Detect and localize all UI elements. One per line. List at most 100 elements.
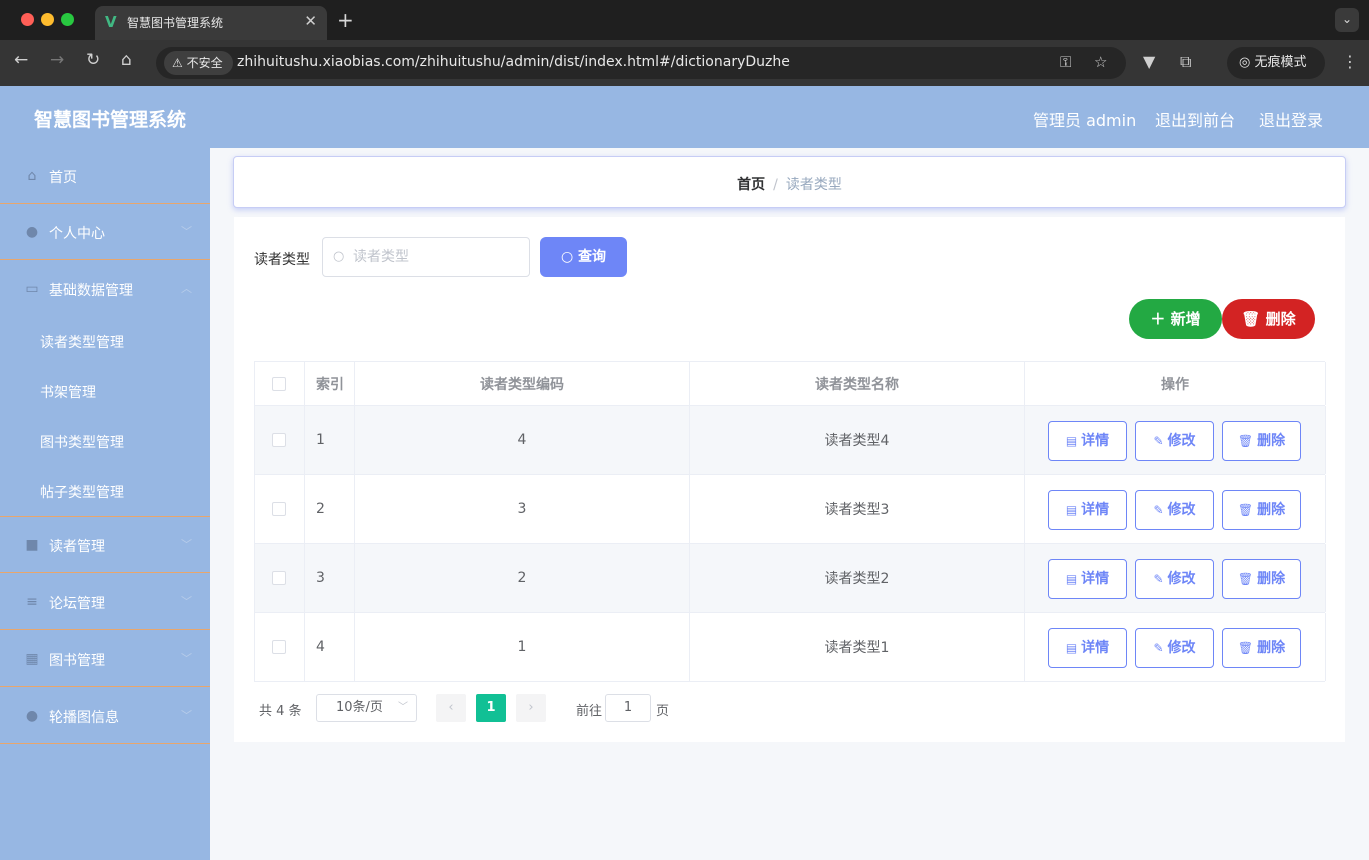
next-page-button[interactable]: › — [516, 694, 546, 722]
row-checkbox[interactable] — [272, 640, 286, 654]
security-chip[interactable]: ⚠ 不安全 — [164, 51, 233, 75]
prev-page-button[interactable]: ‹ — [436, 694, 466, 722]
edit-button[interactable]: ✎ 修改 — [1135, 421, 1214, 461]
admin-user-label: 管理员 admin — [1033, 111, 1137, 130]
row-checkbox-cell — [255, 613, 305, 681]
edit-button-label: 修改 — [1167, 640, 1196, 656]
sidebar: ⌂ 首页 ● 个人中心 ﹀ ▭ 基础数据管理 ︿ 读者类型管理 书架管理 图书类… — [0, 148, 210, 860]
row-checkbox[interactable] — [272, 433, 286, 447]
page-size-select[interactable]: 10条/页 ﹀ — [316, 694, 417, 722]
sidebar-item-label: 图书管理 — [49, 653, 105, 669]
sidebar-item-label: 读者管理 — [49, 539, 105, 555]
select-all-checkbox[interactable] — [272, 376, 286, 391]
minimize-window-button[interactable] — [41, 13, 54, 26]
chevron-left-icon: ‹ — [448, 700, 454, 715]
table-body: 1 4 读者类型4 ▤ 详情 ✎ 修改 🗑 删除 2 3 读者类型3 ▤ 详情 ✎ 修改 🗑 删除 3 2 读者类型2 ▤… — [255, 406, 1326, 682]
back-icon[interactable]: ← — [14, 50, 28, 70]
browser-menu-icon[interactable]: ⋮ — [1342, 52, 1358, 71]
user-icon: ● — [25, 224, 39, 240]
delete-button[interactable]: 🗑 删除 — [1222, 421, 1301, 461]
delete-button[interactable]: 🗑 删除 — [1222, 559, 1301, 599]
goto-page-input[interactable]: 1 — [605, 694, 651, 722]
star-icon[interactable]: ☆ — [1094, 53, 1107, 71]
logout-link[interactable]: 退出登录 — [1259, 107, 1323, 131]
tab-close-icon[interactable]: ✕ — [304, 12, 317, 30]
new-tab-button[interactable]: + — [337, 8, 354, 32]
url-text[interactable]: zhihuitushu.xiaobias.com/zhihuitushu/adm… — [237, 54, 790, 70]
chevron-up-icon: ︿ — [181, 282, 192, 295]
reload-icon[interactable]: ↻ — [86, 50, 100, 70]
sidebar-subitem-book-type[interactable]: 图书类型管理 — [40, 432, 124, 452]
chevron-down-icon: ﹀ — [181, 652, 192, 665]
sidebar-subitem-bookshelf[interactable]: 书架管理 — [40, 382, 96, 402]
close-window-button[interactable] — [21, 13, 34, 26]
column-header-code: 读者类型编码 — [480, 376, 564, 393]
edit-button[interactable]: ✎ 修改 — [1135, 559, 1214, 599]
maximize-window-button[interactable] — [61, 13, 74, 26]
delete-button[interactable]: 🗑 删除 — [1222, 490, 1301, 530]
incognito-badge[interactable]: ◎ 无痕模式 — [1227, 47, 1325, 79]
edit-button[interactable]: ✎ 修改 — [1135, 490, 1214, 530]
code-cell: 4 — [355, 406, 690, 474]
detail-button[interactable]: ▤ 详情 — [1048, 421, 1127, 461]
row-checkbox[interactable] — [272, 571, 286, 585]
sidebar-item-label: 个人中心 — [49, 226, 105, 242]
sidebar-item-forum[interactable]: ≡ 论坛管理 ﹀ — [0, 574, 210, 630]
home-page-icon[interactable]: ⌂ — [121, 50, 132, 70]
sidebar-item-home[interactable]: ⌂ 首页 — [0, 148, 210, 204]
back-to-front-link[interactable]: 退出到前台 — [1155, 107, 1235, 131]
breadcrumb-home[interactable]: 首页 — [737, 177, 765, 193]
app-header: 智慧图书管理系统 管理员 admin 退出到前台 退出登录 — [0, 86, 1369, 148]
detail-button-label: 详情 — [1081, 640, 1110, 656]
tab-search-button[interactable]: ⌄ — [1335, 8, 1359, 32]
address-bar[interactable]: ⚠ 不安全 zhihuitushu.xiaobias.com/zhihuitus… — [156, 47, 1126, 79]
trash-icon: 🗑 — [1237, 434, 1254, 448]
page-size-value: 10条/页 — [336, 700, 383, 715]
detail-button[interactable]: ▤ 详情 — [1048, 559, 1127, 599]
row-index: 3 — [316, 570, 325, 586]
forward-icon[interactable]: → — [50, 50, 64, 70]
delete-button[interactable]: 🗑 删除 — [1222, 628, 1301, 668]
home-icon: ⌂ — [27, 168, 37, 184]
extensions-icon[interactable]: ⧉ — [1180, 52, 1191, 72]
detail-button[interactable]: ▤ 详情 — [1048, 490, 1127, 530]
key-icon[interactable]: ⚿ — [1060, 53, 1071, 71]
row-index: 1 — [316, 432, 325, 448]
sidebar-subitem-post-type[interactable]: 帖子类型管理 — [40, 482, 124, 502]
sidebar-item-carousel[interactable]: ● 轮播图信息 ﹀ — [0, 688, 210, 744]
detail-button[interactable]: ▤ 详情 — [1048, 628, 1127, 668]
pagination-total: 共 4 条 — [259, 704, 302, 719]
page-number-button[interactable]: 1 — [476, 694, 506, 722]
edit-button[interactable]: ✎ 修改 — [1135, 628, 1214, 668]
search-input[interactable] — [353, 246, 523, 268]
sidebar-item-readers[interactable]: ■ 读者管理 ﹀ — [0, 517, 210, 573]
detail-button-label: 详情 — [1081, 502, 1110, 518]
sidebar-item-books[interactable]: ▦ 图书管理 ﹀ — [0, 631, 210, 687]
breadcrumb-current: 读者类型 — [785, 177, 842, 193]
document-icon: ▤ — [1065, 434, 1078, 448]
row-checkbox-cell — [255, 544, 305, 612]
vue-logo-icon: V — [105, 13, 117, 31]
breadcrumb-separator: / — [773, 177, 778, 193]
header-cell: 操作 — [1025, 362, 1326, 405]
tab-title: 智慧图书管理系统 — [127, 16, 224, 30]
name-cell: 读者类型2 — [690, 544, 1025, 612]
actions-cell: ▤ 详情 ✎ 修改 🗑 删除 — [1025, 544, 1326, 612]
column-header-index: 索引 — [316, 376, 344, 393]
sidebar-item-base-data[interactable]: ▭ 基础数据管理 ︿ 读者类型管理 书架管理 图书类型管理 帖子类型管理 — [0, 261, 210, 517]
browser-tab[interactable]: V 智慧图书管理系统 ✕ — [95, 6, 327, 40]
add-button-label: 新增 — [1170, 310, 1201, 328]
sidebar-item-profile[interactable]: ● 个人中心 ﹀ — [0, 204, 210, 260]
edit-icon: ✎ — [1153, 503, 1164, 517]
query-button[interactable]: ○ 查询 — [540, 237, 627, 277]
briefcase-icon: ■ — [25, 537, 39, 553]
batch-delete-button[interactable]: 🗑 删除 — [1222, 299, 1315, 339]
search-input-wrapper[interactable]: ○ — [322, 237, 530, 277]
vue-devtools-icon[interactable]: ▼ — [1143, 52, 1155, 71]
sidebar-subitem-reader-type[interactable]: 读者类型管理 — [40, 332, 124, 352]
actions-cell: ▤ 详情 ✎ 修改 🗑 删除 — [1025, 475, 1326, 543]
row-checkbox[interactable] — [272, 502, 286, 516]
table-row: 1 4 读者类型4 ▤ 详情 ✎ 修改 🗑 删除 — [255, 406, 1326, 475]
row-index: 4 — [316, 639, 325, 655]
add-button[interactable]: ＋ 新增 — [1129, 299, 1222, 339]
